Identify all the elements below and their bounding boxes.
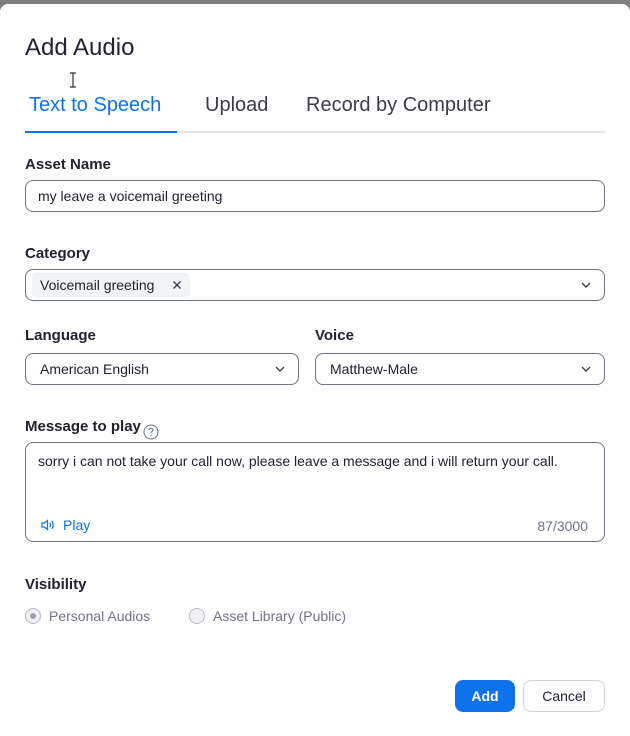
character-counter: 87/3000	[537, 518, 588, 534]
language-select[interactable]: American English	[25, 353, 299, 385]
visibility-label: Visibility	[25, 576, 87, 593]
tab-bar: Text to Speech Upload Record by Computer	[25, 92, 605, 133]
voice-value: Matthew-Male	[330, 361, 418, 377]
radio-asset-library[interactable]: Asset Library (Public)	[189, 608, 346, 624]
play-button[interactable]: Play	[41, 517, 90, 533]
radio-label: Asset Library (Public)	[213, 608, 347, 624]
tab-record-label: Record by Computer	[306, 94, 491, 116]
cancel-button[interactable]: Cancel	[523, 680, 605, 712]
category-label: Category	[25, 245, 91, 262]
voice-label: Voice	[315, 327, 354, 344]
category-chip: Voicemail greeting	[32, 273, 191, 297]
asset-name-label: Asset Name	[25, 156, 111, 173]
tab-upload[interactable]: Upload	[205, 92, 268, 133]
category-select[interactable]: Voicemail greeting	[25, 269, 605, 301]
message-label: Message to play	[25, 418, 141, 435]
add-audio-dialog: Add Audio Text to Speech Upload Record b…	[0, 4, 630, 736]
radio-unchecked-icon	[189, 608, 205, 624]
active-tab-underline	[25, 131, 177, 133]
tab-upload-label: Upload	[205, 94, 269, 116]
help-icon[interactable]	[143, 424, 159, 440]
play-label: Play	[63, 517, 91, 533]
category-chip-label: Voicemail greeting	[40, 277, 155, 293]
remove-chip-icon[interactable]	[172, 280, 182, 290]
message-textarea[interactable]: sorry i can not take your call now, plea…	[25, 442, 605, 542]
tab-text-to-speech[interactable]: Text to Speech	[29, 92, 161, 133]
language-value: American English	[40, 361, 149, 377]
radio-personal-audios[interactable]: Personal Audios	[25, 608, 150, 624]
speaker-icon	[41, 519, 54, 531]
asset-name-input[interactable]	[25, 180, 605, 212]
chevron-down-icon	[275, 366, 285, 372]
add-button[interactable]: Add	[455, 680, 515, 712]
voice-select[interactable]: Matthew-Male	[315, 353, 605, 385]
chevron-down-icon	[581, 366, 591, 372]
dialog-title: Add Audio	[25, 34, 135, 61]
chevron-down-icon	[581, 282, 591, 288]
text-cursor-icon	[70, 72, 76, 88]
language-label: Language	[25, 327, 96, 344]
tab-record-by-computer[interactable]: Record by Computer	[306, 92, 491, 133]
message-text[interactable]: sorry i can not take your call now, plea…	[38, 450, 590, 472]
radio-checked-icon	[25, 608, 41, 624]
radio-label: Personal Audios	[49, 608, 151, 624]
tab-text-to-speech-label: Text to Speech	[29, 94, 162, 116]
